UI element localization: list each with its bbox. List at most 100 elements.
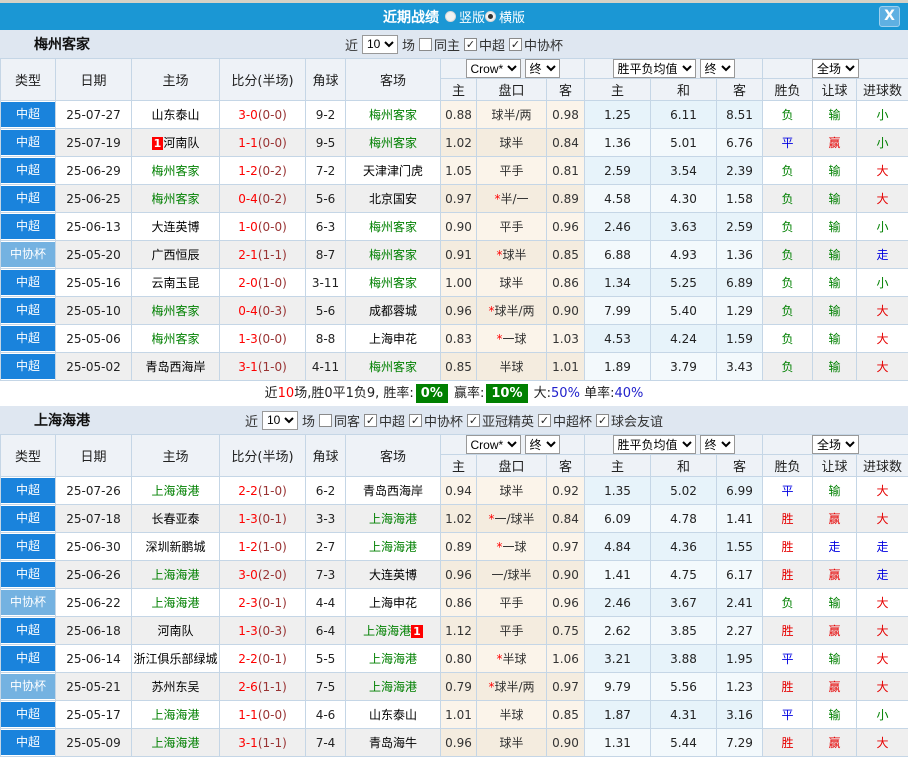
checkbox-label: 中超 bbox=[379, 411, 405, 430]
mean-away-cell: 1.95 bbox=[717, 645, 763, 673]
result-goals-cell: 走 bbox=[857, 241, 908, 269]
filter-checkbox[interactable]: ✓中超 bbox=[364, 411, 405, 430]
mean-away-cell: 2.41 bbox=[717, 589, 763, 617]
result-text: 胜 bbox=[782, 680, 794, 694]
filter-checkbox[interactable]: ✓亚冠精英 bbox=[467, 411, 534, 430]
mean-home-cell: 6.88 bbox=[585, 241, 651, 269]
match-count-select[interactable]: 10 bbox=[262, 411, 298, 430]
col-header: 主 bbox=[441, 79, 477, 101]
home-odds-cell: 0.96 bbox=[441, 561, 477, 589]
table-row: 中协杯25-05-20广西恒辰2-1(1-1)8-7梅州客家0.91*球半0.8… bbox=[1, 241, 908, 269]
league-badge: 中超 bbox=[1, 270, 55, 295]
scope-select[interactable]: 全场 bbox=[812, 435, 859, 454]
mean-dropdown-cell: 胜平负均值终 bbox=[585, 59, 763, 79]
close-button[interactable]: X bbox=[879, 6, 900, 27]
mean-select[interactable]: 胜平负均值 bbox=[613, 435, 696, 454]
odds-provider-select[interactable]: Crow* bbox=[466, 435, 521, 454]
col-header: 客场 bbox=[346, 59, 441, 101]
table-row: 中超25-06-30深圳新鹏城1-2(1-0)2-7上海海港0.89*一球0.9… bbox=[1, 533, 908, 561]
home-odds-cell: 0.90 bbox=[441, 213, 477, 241]
home-odds-cell: 1.05 bbox=[441, 157, 477, 185]
date-cell: 25-06-13 bbox=[56, 213, 132, 241]
table-row: 中超25-05-17上海海港1-1(0-0)4-6山东泰山1.01半球0.851… bbox=[1, 701, 908, 729]
full-score: 3-0 bbox=[238, 108, 258, 122]
half-score: (1-0) bbox=[258, 276, 287, 290]
handicap-cell: 半球 bbox=[477, 353, 547, 381]
home-team-cell: 深圳新鹏城 bbox=[132, 533, 220, 561]
handicap-cell: *半球 bbox=[477, 645, 547, 673]
result-goals-cell: 小 bbox=[857, 101, 908, 129]
filter-checkbox[interactable]: 同客 bbox=[319, 411, 360, 430]
result-text: 大 bbox=[877, 596, 889, 610]
home-team-cell: 梅州客家 bbox=[132, 157, 220, 185]
filter-checkbox[interactable]: ✓球会友谊 bbox=[596, 411, 663, 430]
result-wl-cell: 负 bbox=[763, 297, 813, 325]
mean-away-cell: 2.59 bbox=[717, 213, 763, 241]
away-odds-cell: 0.96 bbox=[547, 589, 585, 617]
table-row: 中超25-05-10梅州客家0-4(0-3)5-6成都蓉城0.96*球半/两0.… bbox=[1, 297, 908, 325]
handicap-text: 平手 bbox=[499, 164, 523, 178]
odds-provider-select[interactable]: Crow* bbox=[466, 59, 521, 78]
filter-checkbox[interactable]: ✓中协杯 bbox=[409, 411, 463, 430]
league-cell: 中超 bbox=[1, 477, 56, 505]
half-score: (1-1) bbox=[258, 736, 287, 750]
scope-dropdown-cell: 全场 bbox=[763, 59, 908, 79]
odds-state-select[interactable]: 终 bbox=[525, 59, 560, 78]
filter-checkbox[interactable]: ✓中超 bbox=[464, 35, 505, 54]
home-team-cell: 梅州客家 bbox=[132, 185, 220, 213]
mean-state-select[interactable]: 终 bbox=[700, 59, 735, 78]
result-handicap-cell: 输 bbox=[813, 701, 857, 729]
league-cell: 中超 bbox=[1, 157, 56, 185]
layout-radio-option[interactable]: 横版 bbox=[485, 7, 525, 26]
away-team-cell: 梅州客家 bbox=[346, 129, 441, 157]
result-text: 胜 bbox=[782, 540, 794, 554]
odds-state-select[interactable]: 终 bbox=[525, 435, 560, 454]
filter-checkbox[interactable]: ✓中超杯 bbox=[538, 411, 592, 430]
filter-checkbox[interactable]: ✓中协杯 bbox=[509, 35, 563, 54]
team-name: 大连英博 bbox=[369, 568, 417, 582]
mean-state-select[interactable]: 终 bbox=[700, 435, 735, 454]
col-header: 让球 bbox=[813, 455, 857, 477]
team-name: 山东泰山 bbox=[369, 708, 417, 722]
handicap-cell: *一/球半 bbox=[477, 505, 547, 533]
handicap-text: 球半 bbox=[499, 736, 523, 750]
away-odds-cell: 0.97 bbox=[547, 673, 585, 701]
filter-prefix-label: 近 bbox=[245, 411, 258, 430]
result-goals-cell: 小 bbox=[857, 129, 908, 157]
corner-cell: 7-2 bbox=[306, 157, 346, 185]
radio-label: 横版 bbox=[499, 7, 525, 26]
filter-checkbox[interactable]: 同主 bbox=[419, 35, 460, 54]
result-goals-cell: 小 bbox=[857, 213, 908, 241]
match-count-select[interactable]: 10 bbox=[362, 35, 398, 54]
mean-select[interactable]: 胜平负均值 bbox=[613, 59, 696, 78]
team-name: 梅州客家 bbox=[151, 192, 199, 206]
corner-cell: 7-5 bbox=[306, 673, 346, 701]
league-badge: 中超 bbox=[1, 214, 55, 239]
mean-draw-cell: 3.88 bbox=[651, 645, 717, 673]
mean-draw-cell: 5.25 bbox=[651, 269, 717, 297]
col-header: 客 bbox=[547, 79, 585, 101]
full-score: 2-6 bbox=[238, 680, 258, 694]
league-badge: 中超 bbox=[1, 506, 55, 531]
result-text: 负 bbox=[782, 276, 794, 290]
col-header: 角球 bbox=[306, 435, 346, 477]
away-team-cell: 青岛西海岸 bbox=[346, 477, 441, 505]
away-team-cell: 大连英博 bbox=[346, 561, 441, 589]
league-cell: 中协杯 bbox=[1, 241, 56, 269]
scope-select[interactable]: 全场 bbox=[812, 59, 859, 78]
table-row: 中超25-05-02青岛西海岸3-1(1-0)4-11梅州客家0.85半球1.0… bbox=[1, 353, 908, 381]
league-badge: 中超 bbox=[1, 534, 55, 559]
half-score: (0-1) bbox=[258, 652, 287, 666]
layout-radio-option[interactable]: 竖版 bbox=[445, 7, 485, 26]
handicap-cell: *球半/两 bbox=[477, 673, 547, 701]
checkbox-label: 球会友谊 bbox=[611, 411, 663, 430]
date-cell: 25-05-06 bbox=[56, 325, 132, 353]
away-odds-cell: 0.81 bbox=[547, 157, 585, 185]
league-badge: 中协杯 bbox=[1, 242, 55, 267]
col-header: 日期 bbox=[56, 59, 132, 101]
league-badge: 中协杯 bbox=[1, 590, 55, 615]
result-goals-cell: 走 bbox=[857, 561, 908, 589]
mean-draw-cell: 3.79 bbox=[651, 353, 717, 381]
handicap-cell: *球半/两 bbox=[477, 297, 547, 325]
team-title: 梅州客家 bbox=[34, 34, 90, 54]
